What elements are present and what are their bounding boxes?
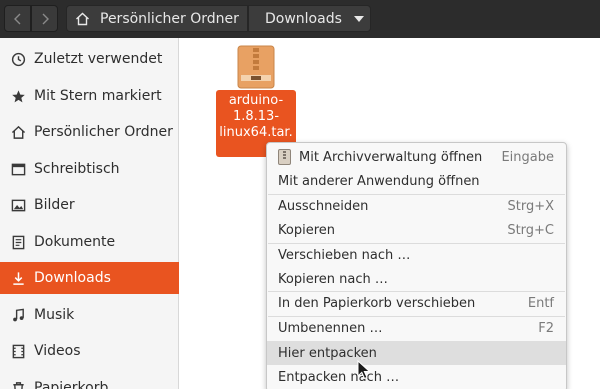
menu-item-label: Mit Archivverwaltung öffnen [299, 149, 483, 165]
sidebar-item-pictures[interactable]: Bilder [0, 189, 179, 221]
sidebar-item-label: Papierkorb [34, 380, 109, 389]
menu-item-label: Verschieben nach … [278, 247, 411, 263]
download-icon [10, 270, 26, 286]
sidebar-item-starred[interactable]: Mit Stern markiert [0, 80, 179, 112]
menu-item-shortcut: F2 [538, 320, 554, 336]
image-icon [10, 197, 26, 213]
menu-item-label: Kopieren nach … [278, 271, 388, 287]
trash-icon [10, 380, 26, 389]
menu-item-extract-here[interactable]: Hier entpacken [267, 341, 566, 365]
archive-icon [278, 149, 291, 165]
breadcrumb-home[interactable]: Persönlicher Ordner [66, 5, 248, 32]
menu-item-extract-to[interactable]: Entpacken nach … [267, 365, 566, 389]
sidebar: Zuletzt verwendet Mit Stern markiert Per… [0, 38, 179, 389]
home-icon [10, 124, 26, 140]
breadcrumb-home-label: Persönlicher Ordner [100, 10, 239, 27]
menu-item-open-other-app[interactable]: Mit anderer Anwendung öffnen [267, 169, 566, 193]
menu-item-shortcut: Strg+C [507, 222, 554, 238]
sidebar-item-label: Mit Stern markiert [34, 88, 162, 104]
menu-item-label: Hier entpacken [278, 345, 377, 361]
sidebar-item-desktop[interactable]: Schreibtisch [0, 153, 179, 185]
back-button[interactable] [4, 5, 31, 32]
mouse-cursor-icon [357, 360, 371, 380]
sidebar-item-label: Musik [34, 307, 75, 323]
menu-item-copy[interactable]: Kopieren Strg+C [267, 218, 566, 242]
menu-item-label: Entpacken nach … [278, 369, 400, 385]
breadcrumb-downloads-label: Downloads [265, 10, 342, 27]
menu-item-open-archive-manager[interactable]: Mit Archivverwaltung öffnen Eingabe [267, 145, 566, 169]
menu-item-cut[interactable]: Ausschneiden Strg+X [267, 194, 566, 218]
archive-icon[interactable] [237, 45, 275, 89]
sidebar-item-downloads[interactable]: Downloads [0, 262, 179, 294]
breadcrumb-downloads[interactable]: Downloads [248, 5, 371, 32]
video-icon [10, 343, 26, 359]
menu-item-move-to[interactable]: Verschieben nach … [267, 243, 566, 267]
music-icon [10, 307, 26, 323]
sidebar-item-label: Persönlicher Ordner [34, 124, 173, 140]
sidebar-item-label: Videos [34, 343, 81, 359]
menu-item-shortcut: Eingabe [501, 149, 554, 165]
menu-item-copy-to[interactable]: Kopieren nach … [267, 267, 566, 291]
menu-item-label: Kopieren [278, 222, 335, 238]
context-menu: Mit Archivverwaltung öffnen Eingabe Mit … [266, 142, 567, 389]
header-bar: Persönlicher Ordner Downloads [0, 0, 600, 38]
menu-item-label: Mit anderer Anwendung öffnen [278, 173, 480, 189]
document-icon [10, 234, 26, 250]
sidebar-item-label: Downloads [34, 270, 111, 286]
sidebar-item-label: Zuletzt verwendet [34, 51, 163, 67]
file-name-line1: arduino- [228, 93, 284, 108]
sidebar-item-recent[interactable]: Zuletzt verwendet [0, 43, 179, 75]
menu-item-label: Ausschneiden [278, 198, 369, 214]
file-name-line2: 1.8.13- [232, 109, 280, 124]
sidebar-item-documents[interactable]: Dokumente [0, 226, 179, 258]
caret-down-icon[interactable] [353, 15, 364, 22]
menu-item-label: In den Papierkorb verschieben [278, 295, 476, 311]
chevron-right-icon [42, 13, 49, 24]
clock-icon [10, 51, 26, 67]
menu-item-label: Umbenennen … [278, 320, 383, 336]
sidebar-item-videos[interactable]: Videos [0, 335, 179, 367]
sidebar-item-home[interactable]: Persönlicher Ordner [0, 116, 179, 148]
menu-item-move-to-trash[interactable]: In den Papierkorb verschieben Entf [267, 291, 566, 315]
menu-item-shortcut: Strg+X [507, 198, 554, 214]
menu-item-rename[interactable]: Umbenennen … F2 [267, 316, 566, 340]
sidebar-item-label: Bilder [34, 197, 75, 213]
file-name-line3: linux64.tar. [219, 125, 293, 140]
desktop-icon [10, 161, 26, 177]
menu-item-shortcut: Entf [527, 295, 554, 311]
forward-button[interactable] [31, 5, 58, 32]
sidebar-item-label: Schreibtisch [34, 161, 120, 177]
star-icon [10, 88, 26, 104]
sidebar-item-trash[interactable]: Papierkorb [0, 372, 179, 389]
sidebar-item-music[interactable]: Musik [0, 299, 179, 331]
chevron-left-icon [13, 13, 20, 24]
home-icon [76, 12, 89, 25]
sidebar-item-label: Dokumente [34, 234, 116, 250]
